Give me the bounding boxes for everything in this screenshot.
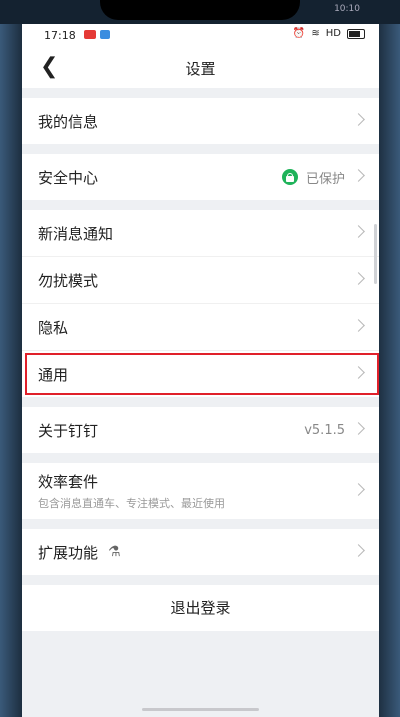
wifi-icon: ≋ (311, 28, 320, 39)
chevron-right-icon (352, 225, 365, 238)
phone-notch (100, 0, 300, 20)
row-label: 通用 (38, 365, 69, 384)
chevron-right-icon (352, 113, 365, 126)
group-extensions: 扩展功能 ⚗ (22, 529, 379, 575)
group-about: 关于钉钉 v5.1.5 (22, 407, 379, 453)
row-efficiency-suite[interactable]: 效率套件 包含消息直通车、专注模式、最近使用 (22, 463, 379, 519)
row-label: 关于钉钉 (38, 421, 99, 440)
group-efficiency: 效率套件 包含消息直通车、专注模式、最近使用 (22, 463, 379, 519)
group-security: 安全中心 已保护 (22, 154, 379, 200)
outer-time: 10:10 (334, 4, 360, 14)
page-title: 设置 (185, 60, 216, 78)
home-indicator (142, 708, 259, 711)
row-extensions[interactable]: 扩展功能 ⚗ (22, 529, 379, 575)
status-time: 17:18 (44, 29, 76, 42)
chevron-right-icon (352, 319, 365, 332)
highlight-box (25, 353, 379, 395)
security-status: 已保护 (281, 168, 345, 187)
chevron-right-icon (352, 422, 365, 435)
row-label: 安全中心 (38, 168, 99, 187)
nav-bar: ❮ 设置 (22, 46, 379, 88)
alarm-icon: ⏰ (292, 28, 306, 39)
battery-icon (347, 28, 365, 39)
row-label: 勿扰模式 (38, 271, 99, 290)
row-new-message-notification[interactable]: 新消息通知 (22, 210, 379, 256)
network-label: HD (325, 28, 341, 39)
row-label: 隐私 (38, 318, 69, 337)
row-privacy[interactable]: 隐私 (22, 303, 379, 350)
flask-icon: ⚗ (108, 544, 121, 560)
row-subtitle: 包含消息直通车、专注模式、最近使用 (38, 497, 225, 510)
row-label: 我的信息 (38, 112, 99, 131)
row-general[interactable]: 通用 (22, 350, 379, 397)
row-my-info[interactable]: 我的信息 (22, 98, 379, 144)
row-about-dingtalk[interactable]: 关于钉钉 v5.1.5 (22, 407, 379, 453)
chevron-right-icon (352, 366, 365, 379)
notification-icon (84, 30, 96, 39)
chevron-right-icon (352, 272, 365, 285)
status-bar: 17:18 ⏰ ≋ HD (22, 24, 379, 46)
group-notifications: 新消息通知 勿扰模式 隐私 通用 (22, 210, 379, 397)
group-my-info: 我的信息 (22, 98, 379, 144)
status-icons: ⏰ ≋ HD (293, 28, 365, 39)
logout-button[interactable]: 退出登录 (22, 585, 379, 631)
row-label: 效率套件 (38, 473, 99, 491)
chevron-right-icon (352, 544, 365, 557)
app-notification-icon (100, 30, 110, 39)
row-security-center[interactable]: 安全中心 已保护 (22, 154, 379, 200)
lock-icon (281, 169, 298, 185)
security-status-text: 已保护 (305, 171, 345, 187)
screen: 17:18 ⏰ ≋ HD ❮ 设置 我的信息 安全中心 已保护 新消息通知 勿扰… (22, 24, 379, 717)
scroll-indicator (374, 224, 377, 284)
row-label: 新消息通知 (38, 224, 114, 243)
row-do-not-disturb[interactable]: 勿扰模式 (22, 256, 379, 303)
row-label: 扩展功能 (38, 543, 99, 562)
chevron-right-icon (352, 483, 365, 496)
version-value: v5.1.5 (304, 422, 345, 438)
chevron-right-icon (352, 169, 365, 182)
